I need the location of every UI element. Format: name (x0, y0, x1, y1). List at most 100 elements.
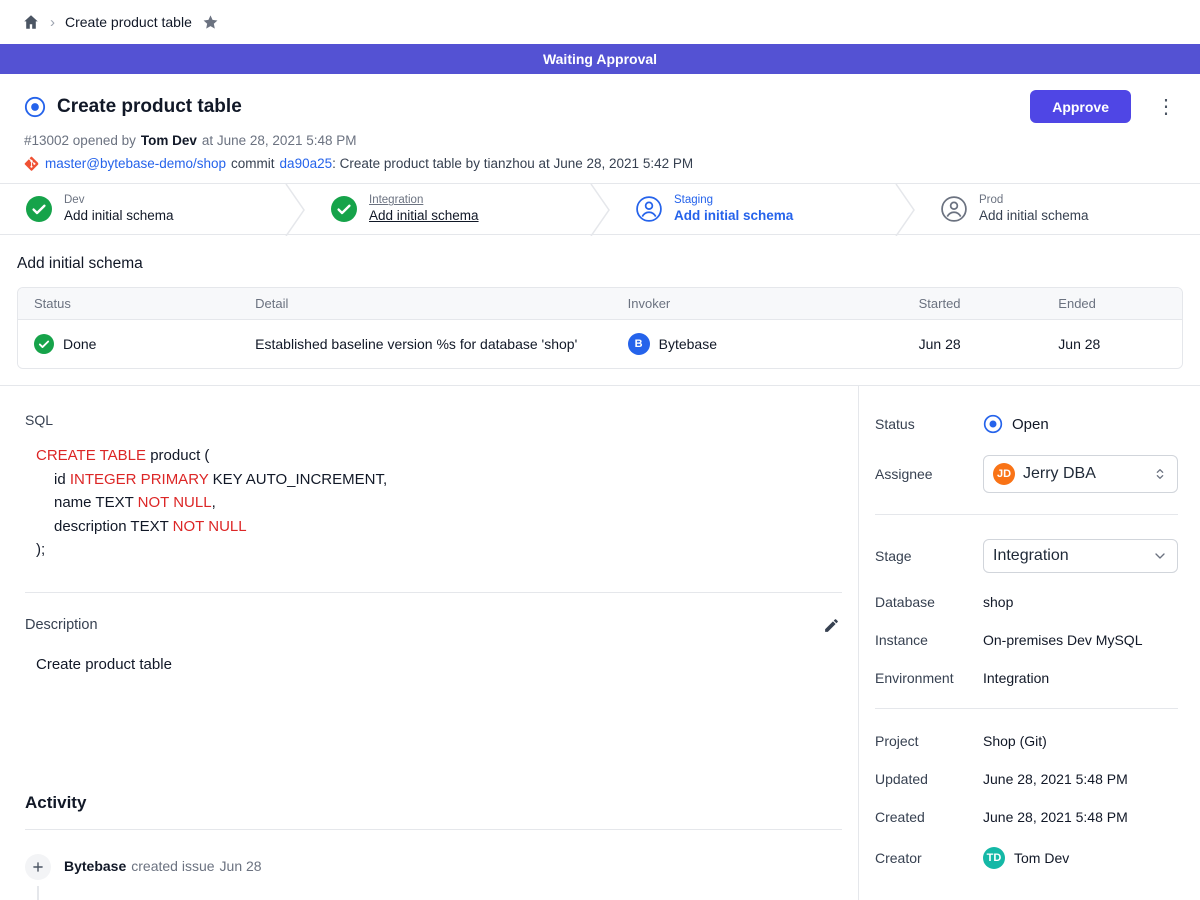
project-value: Shop (Git) (983, 733, 1178, 749)
environment-value: Integration (983, 670, 1178, 686)
sql-text: name TEXT (54, 494, 138, 511)
activity-title: Activity (25, 793, 842, 813)
assignee-label: Assignee (875, 466, 983, 482)
status-value: Open (1012, 416, 1049, 433)
pipeline-stage-dev[interactable]: Dev Add initial schema (0, 184, 285, 234)
home-icon[interactable] (22, 13, 40, 31)
task-detail: Established baseline version %s for data… (239, 320, 611, 369)
database-label: Database (875, 594, 983, 610)
sql-text: ); (36, 541, 45, 558)
divider (25, 592, 842, 593)
stage-select[interactable]: Integration (983, 539, 1178, 573)
page-title: Create product table (57, 96, 242, 118)
issue-opened-at: at June 28, 2021 5:48 PM (202, 133, 357, 148)
task-started: Jun 28 (903, 320, 1043, 369)
stage-env-label[interactable]: Integration (369, 193, 479, 207)
pipeline-stage-staging[interactable]: Staging Add initial schema (610, 184, 895, 234)
sql-text: , (212, 494, 216, 511)
column-header-ended: Ended (1042, 288, 1182, 320)
instance-label: Instance (875, 632, 983, 648)
sidebar-row-creator: Creator TD Tom Dev (875, 847, 1178, 869)
issue-detail-panel: SQL CREATE TABLE product ( id INTEGER PR… (0, 386, 858, 900)
more-actions-icon[interactable]: ⋮ (1156, 97, 1176, 117)
plus-icon (25, 854, 51, 880)
task-done-icon (34, 334, 54, 354)
updown-chevron-icon (1152, 466, 1168, 482)
sidebar-row-instance: Instance On-premises Dev MySQL (875, 632, 1178, 648)
task-section-title: Add initial schema (17, 255, 1183, 273)
sql-keyword: CREATE TABLE (36, 447, 146, 464)
commit-row: master@bytebase-demo/shop commit da90a25… (24, 156, 1176, 171)
stage-person-icon (941, 196, 967, 222)
divider (875, 708, 1178, 709)
stage-task-label[interactable]: Add initial schema (369, 208, 479, 225)
git-icon (24, 156, 39, 171)
activity-action: created issue (131, 858, 214, 874)
edit-pencil-icon[interactable] (821, 615, 842, 636)
stage-env-label: Staging (674, 193, 793, 207)
pipeline-stage-prod[interactable]: Prod Add initial schema (915, 184, 1200, 234)
issue-header: Create product table Approve ⋮ #13002 op… (0, 74, 1200, 183)
breadcrumb-separator-icon: › (50, 14, 55, 31)
stage-env-label: Prod (979, 193, 1089, 207)
sql-text: KEY AUTO_INCREMENT, (208, 471, 387, 488)
task-section: Add initial schema Status Detail Invoker… (0, 235, 1200, 385)
sidebar-row-project: Project Shop (Git) (875, 733, 1178, 749)
activity-actor: Bytebase (64, 858, 126, 874)
description-label: Description (25, 617, 98, 633)
stage-select-value: Integration (993, 547, 1069, 565)
sidebar-row-status: Status Open (875, 414, 1178, 434)
sql-text: product ( (146, 447, 209, 464)
sql-keyword: INTEGER PRIMARY (70, 471, 209, 488)
stage-done-icon (26, 196, 52, 222)
waiting-approval-banner: Waiting Approval (0, 44, 1200, 74)
sql-label: SQL (25, 412, 842, 428)
commit-repo-link[interactable]: master@bytebase-demo/shop (45, 156, 226, 171)
sql-keyword: NOT NULL (173, 518, 247, 535)
avatar: TD (983, 847, 1005, 869)
pipeline-stage-integration[interactable]: Integration Add initial schema (305, 184, 590, 234)
table-row[interactable]: Done Established baseline version %s for… (18, 320, 1182, 369)
assignee-name: Jerry DBA (1023, 465, 1096, 483)
issue-meta: #13002 opened by Tom Dev at June 28, 202… (24, 133, 1176, 148)
environment-label: Environment (875, 670, 983, 686)
open-status-icon (983, 414, 1003, 434)
sidebar-row-stage: Stage Integration (875, 539, 1178, 573)
sql-keyword: NOT NULL (138, 494, 212, 511)
open-issue-icon (24, 96, 46, 118)
sidebar-row-database: Database shop (875, 594, 1178, 610)
stage-separator-icon (590, 184, 610, 236)
activity-entry: Bytebase created issue Jun 28 (25, 854, 842, 900)
commit-word: commit (231, 156, 275, 171)
stage-task-label: Add initial schema (64, 208, 174, 225)
pipeline-stage-bar: Dev Add initial schema Integration Add i… (0, 183, 1200, 235)
commit-hash-link[interactable]: da90a25 (280, 156, 333, 171)
stage-env-label: Dev (64, 193, 174, 207)
favorite-star-icon[interactable] (202, 14, 219, 31)
column-header-detail: Detail (239, 288, 611, 320)
task-status: Done (63, 336, 96, 352)
sql-code-block: CREATE TABLE product ( id INTEGER PRIMAR… (36, 444, 842, 562)
sidebar-row-environment: Environment Integration (875, 670, 1178, 686)
creator-name: Tom Dev (1014, 850, 1069, 866)
updated-label: Updated (875, 771, 983, 787)
created-value: June 28, 2021 5:48 PM (983, 809, 1178, 825)
column-header-invoker: Invoker (612, 288, 903, 320)
issue-id-opened-by: #13002 opened by (24, 133, 136, 148)
approve-button[interactable]: Approve (1030, 90, 1131, 123)
instance-value: On-premises Dev MySQL (983, 632, 1178, 648)
status-label: Status (875, 416, 983, 432)
assignee-select[interactable]: JD Jerry DBA (983, 455, 1178, 493)
sidebar-row-assignee: Assignee JD Jerry DBA (875, 455, 1178, 493)
chevron-down-icon (1152, 548, 1168, 564)
project-label: Project (875, 733, 983, 749)
timeline-line (37, 886, 39, 900)
commit-message: : Create product table by tianzhou at Ju… (332, 156, 693, 171)
stage-separator-icon (895, 184, 915, 236)
stage-label: Stage (875, 548, 983, 564)
task-invoker: Bytebase (659, 336, 717, 352)
task-ended: Jun 28 (1042, 320, 1182, 369)
sql-text: description TEXT (54, 518, 173, 535)
updated-value: June 28, 2021 5:48 PM (983, 771, 1178, 787)
sidebar-row-created: Created June 28, 2021 5:48 PM (875, 809, 1178, 825)
